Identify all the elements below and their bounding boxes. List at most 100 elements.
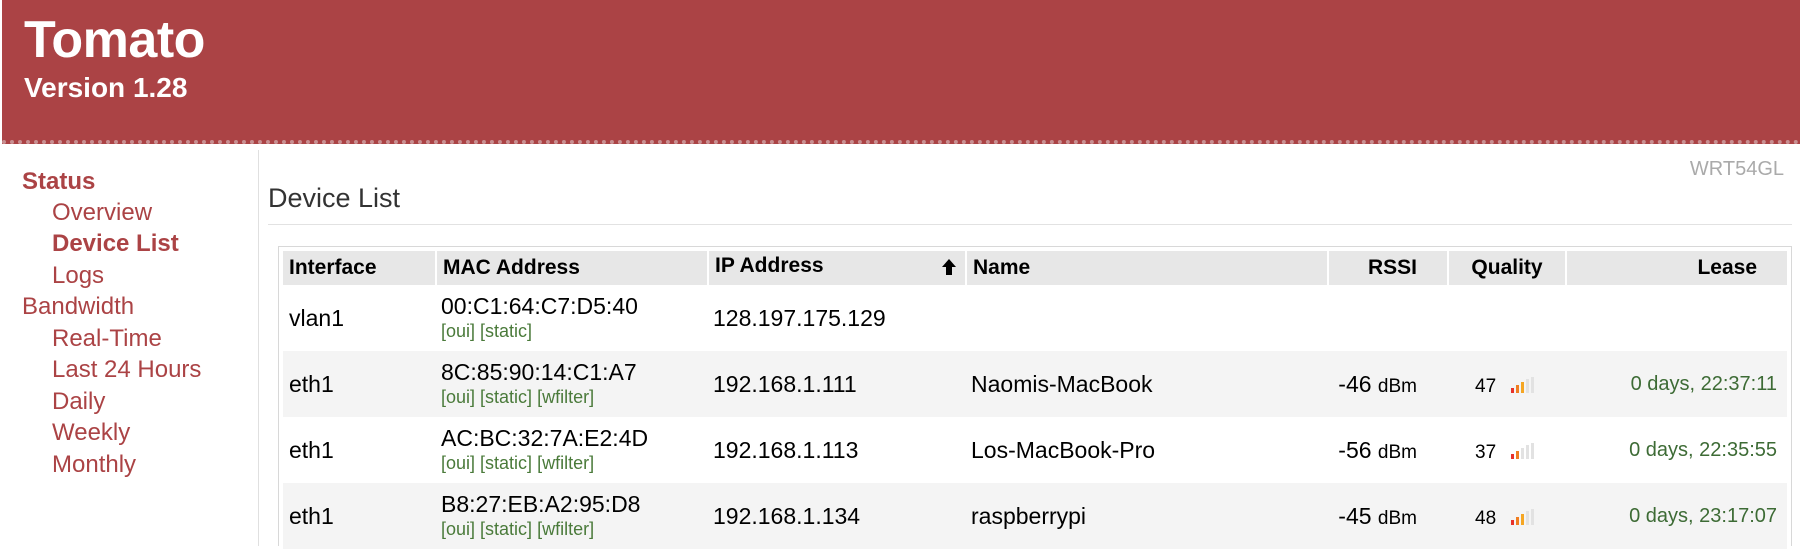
cell-mac: 00:C1:64:C7:D5:40 [oui] [static] bbox=[435, 285, 707, 351]
mac-link-wfilter[interactable]: [wfilter] bbox=[537, 387, 594, 407]
mac-address: 8C:85:90:14:C1:A7 bbox=[441, 359, 637, 385]
table-header-row: Interface MAC Address IP Address Name RS… bbox=[283, 251, 1787, 285]
col-header-name[interactable]: Name bbox=[965, 251, 1327, 285]
table-row: vlan1 00:C1:64:C7:D5:40 [oui] [static] 1… bbox=[283, 285, 1787, 351]
nav-item-overview[interactable]: Overview bbox=[52, 199, 152, 227]
mac-link-oui[interactable]: [oui] bbox=[441, 387, 475, 407]
cell-ip: 128.197.175.129 bbox=[707, 285, 965, 351]
device-table-container: Interface MAC Address IP Address Name RS… bbox=[278, 246, 1792, 549]
mac-address: B8:27:EB:A2:95:D8 bbox=[441, 491, 641, 517]
mac-links: [oui] [static] [wfilter] bbox=[441, 451, 707, 475]
mac-link-oui[interactable]: [oui] bbox=[441, 453, 475, 473]
cell-mac: B8:27:EB:A2:95:D8 [oui] [static] [wfilte… bbox=[435, 483, 707, 549]
signal-bar bbox=[1521, 447, 1524, 459]
nav-section-bandwidth[interactable]: Bandwidth bbox=[22, 293, 134, 321]
nav-item-weekly[interactable]: Weekly bbox=[52, 419, 130, 447]
cell-lease: 0 days, 22:37:11 bbox=[1565, 351, 1787, 417]
cell-lease: 0 days, 23:17:07 bbox=[1565, 483, 1787, 549]
cell-interface: eth1 bbox=[283, 351, 435, 417]
col-header-ip-address-label: IP Address bbox=[715, 254, 824, 277]
mac-link-static[interactable]: [static] bbox=[480, 387, 532, 407]
nav-item-real-time[interactable]: Real-Time bbox=[52, 325, 162, 353]
cell-interface: eth1 bbox=[283, 417, 435, 483]
quality-value: 37 bbox=[1475, 441, 1497, 463]
cell-ip: 192.168.1.134 bbox=[707, 483, 965, 549]
cell-ip: 192.168.1.113 bbox=[707, 417, 965, 483]
cell-mac: 8C:85:90:14:C1:A7 [oui] [static] [wfilte… bbox=[435, 351, 707, 417]
quality-value: 47 bbox=[1475, 375, 1497, 397]
cell-name: Naomis-MacBook bbox=[965, 351, 1327, 417]
signal-bar bbox=[1526, 510, 1529, 525]
mac-links: [oui] [static] [wfilter] bbox=[441, 517, 707, 541]
app-version: Version 1.28 bbox=[24, 72, 188, 103]
cell-quality bbox=[1447, 285, 1565, 351]
nav-item-daily[interactable]: Daily bbox=[52, 388, 105, 416]
cell-rssi: -45 dBm bbox=[1327, 483, 1447, 549]
mac-link-wfilter[interactable]: [wfilter] bbox=[537, 453, 594, 473]
signal-bar bbox=[1526, 444, 1529, 459]
cell-rssi: -56 dBm bbox=[1327, 417, 1447, 483]
cell-interface: eth1 bbox=[283, 483, 435, 549]
sort-up-arrow-icon[interactable] bbox=[941, 258, 957, 282]
signal-bar bbox=[1516, 516, 1519, 525]
col-header-rssi[interactable]: RSSI bbox=[1327, 251, 1447, 285]
nav-item-logs[interactable]: Logs bbox=[52, 262, 104, 290]
mac-link-static[interactable]: [static] bbox=[480, 453, 532, 473]
signal-bar bbox=[1516, 384, 1519, 393]
rssi-unit: dBm bbox=[1377, 507, 1417, 529]
signal-bars-icon bbox=[1511, 376, 1534, 393]
col-header-interface[interactable]: Interface bbox=[283, 251, 435, 285]
mac-link-static[interactable]: [static] bbox=[480, 321, 532, 341]
app-header: Tomato Version 1.28 bbox=[2, 0, 1800, 144]
mac-address: 00:C1:64:C7:D5:40 bbox=[441, 293, 638, 319]
cell-interface: vlan1 bbox=[283, 285, 435, 351]
col-header-ip-address[interactable]: IP Address bbox=[707, 251, 965, 285]
cell-quality: 48 bbox=[1447, 483, 1565, 549]
signal-bar bbox=[1521, 381, 1524, 393]
sidebar-nav: Status Overview Device List Logs Bandwid… bbox=[0, 150, 259, 546]
mac-link-static[interactable]: [static] bbox=[480, 519, 532, 539]
page-title: Device List bbox=[268, 183, 401, 213]
cell-name bbox=[965, 285, 1327, 351]
quality-value: 48 bbox=[1475, 507, 1497, 529]
mac-links: [oui] [static] bbox=[441, 319, 707, 343]
signal-bar bbox=[1516, 450, 1519, 459]
table-row: eth1 8C:85:90:14:C1:A7 [oui] [static] [w… bbox=[283, 351, 1787, 417]
table-row: eth1 AC:BC:32:7A:E2:4D [oui] [static] [w… bbox=[283, 417, 1787, 483]
nav-item-device-list[interactable]: Device List bbox=[52, 230, 179, 258]
signal-bars-icon bbox=[1511, 442, 1534, 459]
signal-bar bbox=[1511, 387, 1514, 393]
rssi-value: -46 bbox=[1338, 370, 1372, 397]
signal-bars-icon bbox=[1511, 508, 1534, 525]
signal-bar bbox=[1531, 376, 1534, 393]
mac-links: [oui] [static] [wfilter] bbox=[441, 385, 707, 409]
table-row: eth1 B8:27:EB:A2:95:D8 [oui] [static] [w… bbox=[283, 483, 1787, 549]
cell-mac: AC:BC:32:7A:E2:4D [oui] [static] [wfilte… bbox=[435, 417, 707, 483]
router-model: WRT54GL bbox=[1689, 158, 1784, 180]
mac-link-wfilter[interactable]: [wfilter] bbox=[537, 519, 594, 539]
nav-item-last-24-hours[interactable]: Last 24 Hours bbox=[52, 356, 201, 384]
cell-ip: 192.168.1.111 bbox=[707, 351, 965, 417]
mac-link-oui[interactable]: [oui] bbox=[441, 519, 475, 539]
signal-bar bbox=[1511, 519, 1514, 525]
mac-link-oui[interactable]: [oui] bbox=[441, 321, 475, 341]
rssi-value: -56 bbox=[1338, 436, 1372, 463]
title-divider bbox=[268, 224, 1792, 225]
cell-lease bbox=[1565, 285, 1787, 351]
rssi-unit: dBm bbox=[1377, 441, 1417, 463]
table-body: vlan1 00:C1:64:C7:D5:40 [oui] [static] 1… bbox=[283, 285, 1787, 549]
app-title: Tomato bbox=[24, 11, 205, 69]
nav-item-monthly[interactable]: Monthly bbox=[52, 451, 136, 479]
col-header-lease[interactable]: Lease bbox=[1565, 251, 1787, 285]
signal-bar bbox=[1521, 513, 1524, 525]
nav-section-status[interactable]: Status bbox=[22, 168, 95, 196]
cell-name: raspberrypi bbox=[965, 483, 1327, 549]
signal-bar bbox=[1531, 508, 1534, 525]
col-header-mac-address[interactable]: MAC Address bbox=[435, 251, 707, 285]
col-header-quality[interactable]: Quality bbox=[1447, 251, 1565, 285]
cell-name: Los-MacBook-Pro bbox=[965, 417, 1327, 483]
device-table: Interface MAC Address IP Address Name RS… bbox=[283, 251, 1787, 549]
cell-quality: 47 bbox=[1447, 351, 1565, 417]
cell-quality: 37 bbox=[1447, 417, 1565, 483]
signal-bar bbox=[1531, 442, 1534, 459]
